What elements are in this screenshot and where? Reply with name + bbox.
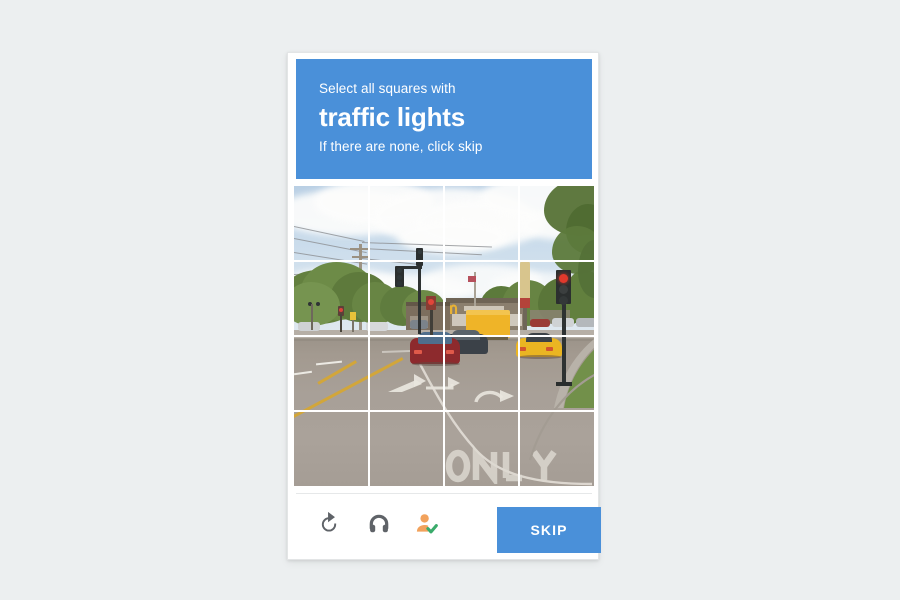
grid-tile-6[interactable] bbox=[369, 261, 444, 336]
screen: Select all squares with traffic lights I… bbox=[0, 0, 900, 600]
challenge-target-object: traffic lights bbox=[319, 102, 465, 132]
instruction-prefix: Select all squares with bbox=[319, 81, 456, 96]
grid-tile-16[interactable] bbox=[519, 411, 594, 486]
instruction-suffix: If there are none, click skip bbox=[319, 139, 483, 154]
grid-tile-13[interactable] bbox=[294, 411, 369, 486]
challenge-image-grid bbox=[294, 186, 594, 486]
grid-tile-8[interactable] bbox=[519, 261, 594, 336]
person-check-icon bbox=[416, 514, 438, 534]
info-button[interactable] bbox=[409, 506, 445, 542]
grid-tile-3[interactable] bbox=[444, 186, 519, 261]
grid-tile-14[interactable] bbox=[369, 411, 444, 486]
refresh-icon bbox=[321, 512, 337, 532]
skip-button[interactable]: SKIP bbox=[497, 507, 601, 553]
grid-tile-7[interactable] bbox=[444, 261, 519, 336]
grid-tile-1[interactable] bbox=[294, 186, 369, 261]
audio-button[interactable] bbox=[361, 506, 397, 542]
captcha-footer: SKIP bbox=[296, 493, 601, 553]
grid-tile-11[interactable] bbox=[444, 336, 519, 411]
captcha-header: Select all squares with traffic lights I… bbox=[296, 59, 592, 179]
grid-tile-15[interactable] bbox=[444, 411, 519, 486]
grid-tile-12[interactable] bbox=[519, 336, 594, 411]
headphones-icon bbox=[369, 514, 389, 533]
grid-tile-10[interactable] bbox=[369, 336, 444, 411]
street-scene-image bbox=[294, 186, 594, 486]
refresh-button[interactable] bbox=[311, 506, 347, 542]
grid-tile-9[interactable] bbox=[294, 336, 369, 411]
grid-tile-4[interactable] bbox=[519, 186, 594, 261]
grid-tile-5[interactable] bbox=[294, 261, 369, 336]
grid-tile-2[interactable] bbox=[369, 186, 444, 261]
